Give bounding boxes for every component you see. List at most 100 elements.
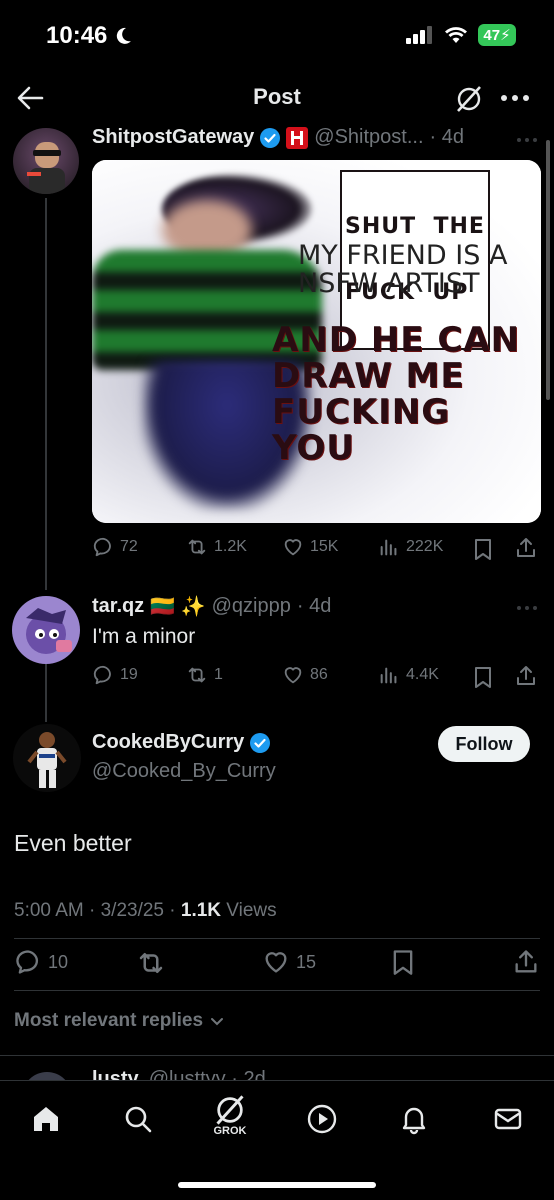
repost-icon[interactable] (136, 948, 166, 978)
grok-label: GROK (213, 1125, 247, 1137)
reply-button[interactable]: 72 (92, 536, 138, 558)
post-text: Even better (14, 830, 132, 856)
video-play-icon[interactable] (306, 1103, 338, 1135)
notifications-bell-icon[interactable] (398, 1103, 430, 1135)
replies-sort-dropdown[interactable]: Most relevant replies (14, 1010, 225, 1032)
avatar[interactable] (13, 128, 79, 194)
follow-button[interactable]: Follow (438, 726, 530, 762)
share-icon[interactable] (512, 948, 540, 976)
views-count: 1.1K (180, 900, 222, 921)
share-icon[interactable] (514, 536, 538, 560)
post-header: tar.qz 🇱🇹 ✨ @qzippp · 4d (92, 594, 331, 619)
meme-caption-bottom: AND HE CAN DRAW ME FUCKING YOU (272, 320, 521, 469)
reply-icon (16, 950, 39, 974)
avatar-cartoon-icon (26, 608, 72, 654)
post-meta: 5:00 AM · 3/23/25 · 1.1K Views (14, 900, 277, 922)
avatar (22, 1072, 72, 1080)
repost-count: 1 (214, 666, 223, 683)
author-name: lusty (92, 1068, 139, 1080)
divider (14, 938, 540, 939)
reply-icon (93, 665, 111, 685)
like-button[interactable]: 15K (282, 536, 338, 558)
view-count: 222K (406, 538, 444, 555)
thread-line (45, 198, 47, 590)
share-icon[interactable] (514, 664, 538, 688)
post-age: · 4d (429, 126, 464, 148)
scrollbar[interactable] (546, 140, 550, 400)
reply-icon (93, 537, 111, 557)
post-header: CookedByCurry (92, 731, 271, 754)
repost-count: 1.2K (214, 538, 247, 555)
post-header: ShitpostGateway @Shitpost... · 4d (92, 126, 464, 149)
thread-line (45, 664, 47, 722)
views-label: Views (221, 900, 277, 921)
reply-button[interactable]: 10 (14, 948, 68, 976)
author-emoji: 🇱🇹 ✨ (150, 596, 206, 618)
post-timestamp: 5:00 AM · 3/23/25 · (14, 900, 181, 921)
more-options-icon[interactable] (500, 90, 530, 106)
post-age: · 4d (296, 595, 332, 617)
battery-icon: 47 ⚡ (478, 24, 516, 46)
reply-count: 72 (120, 538, 138, 555)
more-options-icon[interactable] (516, 136, 538, 144)
grok-tab[interactable]: GROK (210, 1093, 250, 1137)
more-options-icon[interactable] (516, 604, 538, 612)
heart-icon (284, 667, 302, 684)
status-time: 10:46 (46, 22, 133, 50)
home-indicator[interactable] (178, 1182, 376, 1188)
view-count: 4.4K (406, 666, 439, 683)
views-button[interactable]: 4.4K (378, 664, 439, 686)
grok-icon[interactable] (454, 84, 484, 114)
like-count: 15K (310, 538, 339, 555)
avatar-player-icon (27, 732, 67, 788)
affiliate-badge-icon (286, 126, 309, 149)
chevron-down-icon (211, 1018, 224, 1026)
views-chart-icon (380, 667, 397, 684)
signal-icon (406, 26, 432, 44)
like-count: 15 (296, 951, 317, 972)
post-text: I'm a minor (92, 625, 196, 648)
bookmark-icon[interactable] (390, 948, 416, 976)
heart-icon (284, 539, 302, 556)
repost-icon (188, 539, 206, 555)
views-chart-icon (380, 539, 397, 556)
clock: 10:46 (46, 22, 108, 49)
grok-icon (216, 1095, 244, 1125)
home-icon[interactable] (30, 1103, 62, 1135)
author-name[interactable]: CookedByCurry (92, 731, 244, 754)
post-image[interactable]: SHUT THE FUCK UP MY FRIEND IS A NSFW ART… (92, 160, 541, 523)
moon-icon (117, 27, 132, 44)
reply-count: 10 (48, 951, 69, 972)
messages-mail-icon[interactable] (492, 1103, 524, 1135)
author-handle: @Cooked_By_Curry (92, 760, 276, 782)
views-button[interactable]: 222K (378, 536, 443, 558)
verified-badge-icon (250, 732, 271, 753)
wifi-icon (445, 27, 467, 43)
meme-caption-middle: MY FRIEND IS A NSFW ARTIST (298, 240, 508, 299)
author-name[interactable]: ShitpostGateway (92, 126, 254, 149)
divider (14, 990, 540, 991)
verified-badge-icon (260, 127, 281, 148)
repost-button[interactable]: 1 (186, 664, 223, 686)
author-handle: @qzippp (211, 595, 291, 617)
avatar[interactable] (13, 724, 81, 792)
like-button[interactable]: 86 (282, 664, 328, 686)
repost-button[interactable]: 1.2K (186, 536, 247, 558)
avatar[interactable] (12, 596, 80, 664)
bookmark-icon[interactable] (472, 665, 494, 689)
heart-icon (265, 952, 287, 973)
bookmark-icon[interactable] (472, 537, 494, 561)
like-count: 86 (310, 666, 328, 683)
like-button[interactable]: 15 (262, 948, 316, 976)
author-handle: @Shitpost... (314, 126, 424, 148)
avatar-portrait-icon (27, 142, 65, 194)
next-reply-partial[interactable]: lusty @lusttyy · 2d (0, 1060, 554, 1080)
reply-button[interactable]: 19 (92, 664, 138, 686)
status-indicators: 47 ⚡ (406, 24, 516, 46)
search-icon[interactable] (122, 1103, 154, 1135)
author-name[interactable]: tar.qz (92, 595, 144, 618)
divider (0, 1055, 554, 1056)
author-handle: @lusttyy · 2d (148, 1068, 266, 1080)
reply-count: 19 (120, 666, 138, 683)
replies-sort-label: Most relevant replies (14, 1010, 204, 1031)
